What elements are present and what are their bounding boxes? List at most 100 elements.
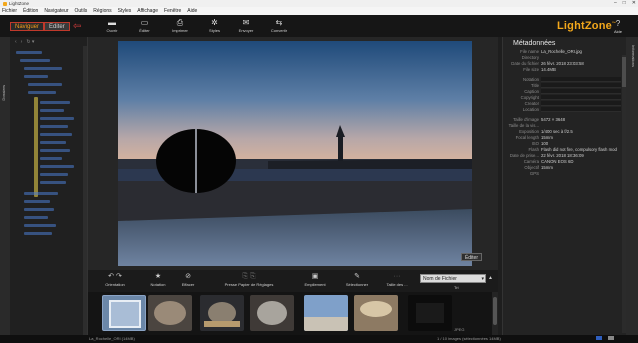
metadata-input[interactable] — [541, 89, 621, 94]
filmstrip-scrollbar[interactable] — [492, 292, 498, 335]
metadata-row: Caption — [503, 89, 623, 94]
close-window-button[interactable]: ✕ — [632, 0, 636, 6]
window-title: LightZone — [9, 1, 30, 6]
thumbnail[interactable] — [408, 295, 452, 331]
menu-fenetre[interactable]: Fenêtre — [164, 8, 181, 14]
tree-item[interactable] — [40, 181, 66, 184]
metadata-key: Caption — [524, 89, 539, 94]
sort-select-value: Nom de Fichier — [423, 276, 457, 282]
orientation-button[interactable]: ↶ ↷ Orientation — [98, 272, 132, 287]
metadata-input[interactable] — [541, 101, 621, 106]
open-icon: ▬ — [108, 18, 116, 27]
tree-item[interactable] — [24, 232, 52, 235]
open-button[interactable]: ▬ Ouvrir — [96, 17, 128, 33]
star-icon: ★ — [154, 273, 162, 280]
navigate-mode-button[interactable]: Naviguer — [10, 22, 45, 31]
menu-affichage[interactable]: Affichage — [137, 8, 158, 14]
tree-item-selected[interactable] — [34, 97, 38, 197]
sort-select[interactable]: Nom de Fichier ▾ — [420, 274, 486, 283]
tree-item[interactable] — [24, 208, 54, 211]
metadata-key: Exposition — [519, 129, 539, 134]
tree-item[interactable] — [40, 117, 74, 120]
metadata-input[interactable] — [541, 83, 621, 88]
tree-item[interactable] — [24, 216, 48, 219]
menu-navigateur[interactable]: Navigateur — [44, 8, 68, 14]
tree-item[interactable] — [40, 125, 68, 128]
image-viewer[interactable]: Éditer — [88, 37, 498, 270]
send-icon: ✉ — [242, 18, 250, 27]
tree-item[interactable] — [40, 157, 62, 160]
rotate-icon: ↶ ↷ — [108, 273, 122, 280]
help-label: Aide — [614, 29, 623, 34]
thumbnail[interactable] — [200, 295, 244, 331]
tree-item[interactable] — [40, 141, 66, 144]
tree-item[interactable] — [20, 59, 50, 62]
metadata-input[interactable] — [541, 77, 621, 82]
viewer-edit-button[interactable]: Éditer — [460, 253, 482, 261]
tree-item[interactable] — [16, 51, 42, 54]
send-button[interactable]: ✉ Envoyer — [230, 17, 262, 33]
menu-regions[interactable]: Régions — [93, 8, 111, 14]
edit-mode-button[interactable]: Editer — [44, 22, 70, 31]
info-tab[interactable]: Informations — [626, 37, 638, 335]
tree-item[interactable] — [40, 149, 70, 152]
convert-button[interactable]: ⇆ Convertir — [262, 17, 296, 33]
back-icon[interactable]: ‹ — [15, 39, 17, 45]
filmstrip-scroll-thumb[interactable] — [493, 297, 497, 325]
thumbnail[interactable] — [102, 295, 146, 331]
print-button[interactable]: ⎙ Imprimer — [161, 17, 199, 33]
tree-item[interactable] — [40, 133, 72, 136]
tree-item[interactable] — [40, 165, 74, 168]
thumbnail[interactable] — [354, 295, 398, 331]
tree-item[interactable] — [24, 67, 62, 70]
refresh-icon[interactable]: ↻ ▾ — [26, 39, 34, 45]
metadata-key: Creator — [524, 101, 539, 106]
metadata-row: Notation — [503, 77, 623, 82]
thumbnail[interactable] — [304, 295, 348, 331]
tree-item[interactable] — [24, 192, 58, 195]
metadata-input[interactable] — [541, 107, 621, 112]
rating-label: Notation — [150, 282, 166, 287]
tree-item[interactable] — [24, 200, 50, 203]
edit-button[interactable]: ▭ Éditer — [128, 17, 161, 33]
sort-direction-icon[interactable]: ▲ — [488, 275, 493, 281]
menu-fichier[interactable]: Fichier — [2, 8, 17, 14]
photo-preview[interactable] — [118, 41, 472, 266]
help-button[interactable]: ? Aide — [614, 18, 622, 34]
thumbnail[interactable] — [250, 295, 294, 331]
maximize-button[interactable]: □ — [623, 0, 626, 6]
metadata-input[interactable] — [541, 95, 621, 100]
thumbnail[interactable] — [148, 295, 192, 331]
menu-edition[interactable]: Édition — [23, 8, 38, 14]
rating-button[interactable]: ★ Notation — [144, 272, 172, 287]
tree-item[interactable] — [40, 173, 68, 176]
thumbnail-image — [408, 295, 452, 331]
menu-outils[interactable]: Outils — [75, 8, 88, 14]
folders-tab[interactable]: Dossiers — [0, 37, 10, 335]
metadata-key: GPS — [529, 171, 539, 176]
tree-item[interactable] — [40, 101, 70, 104]
tree-item[interactable] — [28, 83, 62, 86]
folder-tree-scrollbar[interactable] — [83, 46, 87, 335]
thumbnail-size-button[interactable]: ··· Taille des ... — [382, 272, 412, 287]
tree-item[interactable] — [40, 109, 64, 112]
metadata-key: Title — [531, 83, 539, 88]
settings-clipboard-button[interactable]: ⎘ ⎘ Presse Papier de Réglages — [218, 272, 280, 287]
tree-item[interactable] — [24, 75, 48, 78]
metadata-key: Flash — [528, 147, 539, 152]
styles-button[interactable]: ✲ Styles — [199, 17, 230, 33]
metadata-row: Copyright — [503, 95, 623, 100]
metadata-key: Notation — [522, 77, 539, 82]
tree-item[interactable] — [24, 224, 56, 227]
tree-item[interactable] — [28, 91, 56, 94]
metadata-row: Date de prise... 22 févr. 2018 18:36:09 — [503, 153, 623, 158]
clear-button[interactable]: ⊘ Effacer — [176, 272, 200, 287]
metadata-key: Location — [522, 107, 539, 112]
select-button[interactable]: ✎ Sélectionner — [340, 272, 374, 287]
stack-button[interactable]: ▣ Empilement — [300, 272, 330, 287]
minimize-button[interactable]: – — [614, 0, 617, 6]
menu-styles[interactable]: Styles — [118, 8, 132, 14]
tray-icon — [608, 336, 614, 340]
forward-icon[interactable]: › — [21, 39, 23, 45]
menu-aide[interactable]: Aide — [187, 8, 197, 14]
